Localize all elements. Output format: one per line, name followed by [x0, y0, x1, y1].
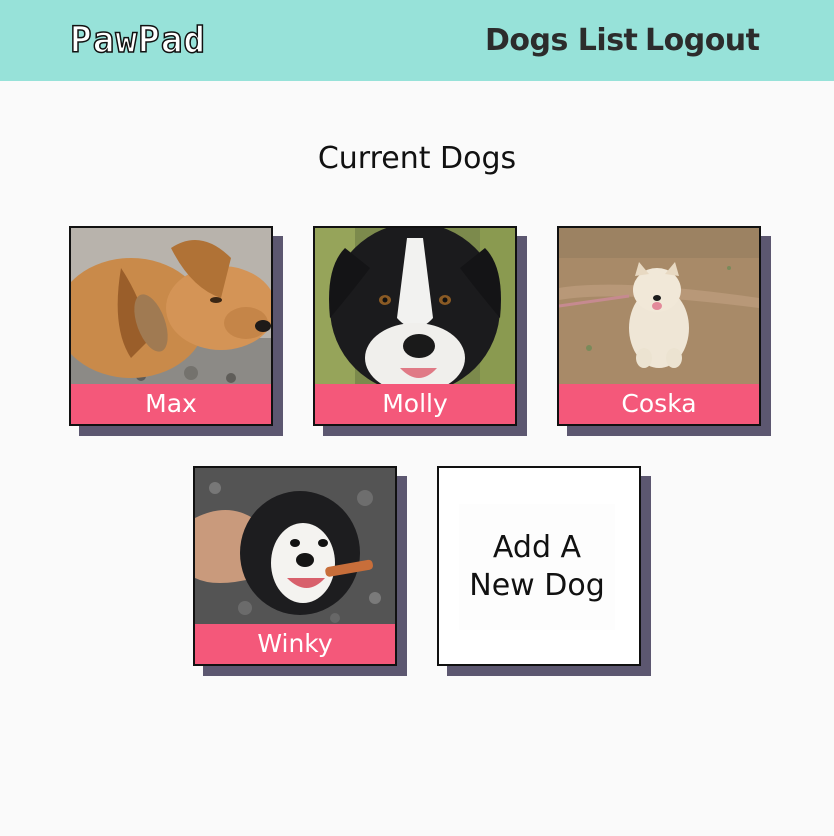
dog-card-molly[interactable]: Molly — [313, 226, 527, 436]
dog-card-winky[interactable]: Winky — [193, 466, 407, 676]
dog-photo-winky — [195, 468, 395, 624]
dog-name-label: Max — [71, 384, 271, 424]
logo[interactable]: PawPad — [69, 19, 206, 63]
add-dog-label-line1: Add A — [492, 530, 582, 565]
dog-name-label: Winky — [195, 624, 395, 664]
add-dog-card[interactable]: Add A New Dog — [437, 466, 651, 676]
add-dog-button[interactable]: Add A New Dog — [437, 466, 641, 666]
dog-card-max[interactable]: Max — [69, 226, 283, 436]
dog-photo-coska — [559, 228, 759, 384]
dog-name-label: Molly — [315, 384, 515, 424]
navbar: PawPad Dogs List Logout — [0, 0, 834, 81]
dog-photo-molly — [315, 228, 515, 384]
dog-card-body[interactable]: Max — [69, 226, 273, 426]
dog-name-label: Coska — [559, 384, 759, 424]
add-dog-inner: Add A New Dog — [459, 504, 615, 630]
dog-card-body[interactable]: Winky — [193, 466, 397, 666]
nav-dogs-list-link[interactable]: Dogs List — [485, 22, 638, 60]
nav-logout-link[interactable]: Logout — [645, 22, 760, 60]
add-dog-label-line2: New Dog — [469, 568, 605, 603]
dog-card-body[interactable]: Coska — [557, 226, 761, 426]
page-title: Current Dogs — [317, 141, 517, 176]
dog-card-coska[interactable]: Coska — [557, 226, 771, 436]
dog-card-body[interactable]: Molly — [313, 226, 517, 426]
dog-photo-max — [71, 228, 271, 384]
add-dog-label: Add A New Dog — [459, 529, 615, 605]
